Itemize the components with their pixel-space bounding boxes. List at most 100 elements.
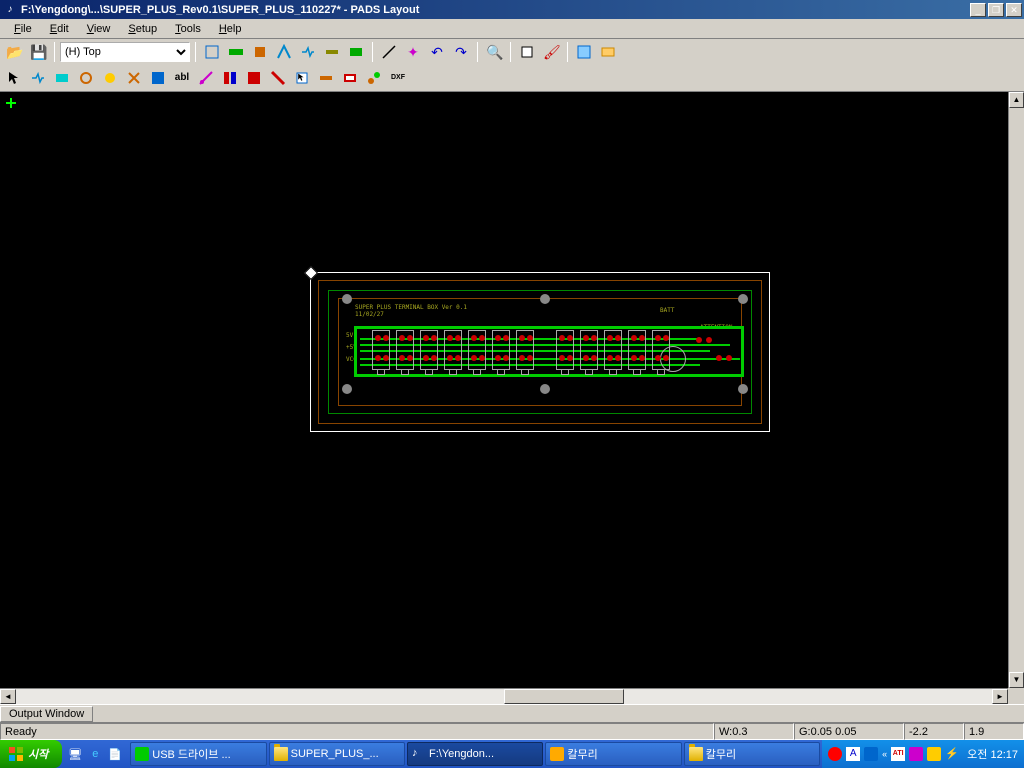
scroll-left-button[interactable]: ◄	[0, 689, 16, 704]
pad	[559, 335, 565, 341]
menu-tools[interactable]: ToolsTools	[167, 21, 209, 37]
tray-expand-icon[interactable]: «	[882, 749, 887, 759]
window-titlebar: ♪ F:\Yengdong\...\SUPER_PLUS_Rev0.1\SUPE…	[0, 0, 1024, 19]
tray-icon[interactable]: ⚡	[945, 747, 959, 761]
scroll-up-button[interactable]: ▲	[1009, 92, 1024, 108]
pad	[696, 337, 702, 343]
taskbar-task[interactable]: 칼무리	[684, 742, 820, 766]
tray-ime-icon[interactable]: A	[846, 747, 860, 761]
open-button[interactable]: 📂	[3, 41, 25, 63]
tool2-10[interactable]	[243, 67, 265, 89]
menu-help[interactable]: HelpHelp	[211, 21, 250, 37]
pad	[567, 335, 573, 341]
tool-sparkle[interactable]: ✦	[402, 41, 424, 63]
ql-desktop[interactable]: 🖥	[66, 743, 84, 765]
tool2-1[interactable]	[27, 67, 49, 89]
save-button[interactable]: 💾	[27, 41, 49, 63]
pad	[423, 335, 429, 341]
taskbar-tasks: USB 드라이브 ...SUPER_PLUS_...♪F:\Yengdon...…	[128, 742, 822, 766]
minimize-button[interactable]: _	[970, 3, 986, 17]
tool-btn-6[interactable]	[321, 41, 343, 63]
design-canvas[interactable]: SUPER PLUS TERMINAL BOX Ver 0.1 11/02/27…	[0, 92, 1008, 688]
undo-button[interactable]: ↶	[426, 41, 448, 63]
tool2-3[interactable]	[75, 67, 97, 89]
redo-button[interactable]: ↷	[450, 41, 472, 63]
separator	[54, 42, 55, 62]
tool2-2[interactable]	[51, 67, 73, 89]
tool2-12[interactable]	[291, 67, 313, 89]
zoom-button[interactable]: 🔍	[483, 41, 505, 63]
pad	[559, 355, 565, 361]
tool-btn-11[interactable]	[597, 41, 619, 63]
tray-clock[interactable]: 오전 12:17	[963, 746, 1018, 762]
component-tab	[585, 369, 593, 375]
taskbar-task[interactable]: USB 드라이브 ...	[130, 742, 266, 766]
app-icon: ♪	[2, 2, 18, 18]
output-window-pane: Output Window	[0, 704, 1024, 722]
pad	[706, 337, 712, 343]
ql-app[interactable]: 📄	[106, 743, 124, 765]
tool-btn-2[interactable]	[225, 41, 247, 63]
pad	[615, 335, 621, 341]
start-button[interactable]: 시작	[0, 740, 62, 768]
scroll-track[interactable]	[16, 689, 992, 704]
tool-line[interactable]	[378, 41, 400, 63]
menu-setup[interactable]: SetupSetup	[120, 21, 165, 37]
layer-dropdown[interactable]: (H) Top	[60, 42, 190, 62]
tray-icon[interactable]	[828, 747, 842, 761]
tool-btn-4[interactable]	[273, 41, 295, 63]
menubar: FFileile EditEdit ViewView SetupSetup To…	[0, 19, 1024, 39]
tool-text[interactable]: abl	[171, 67, 193, 89]
tool-dxf[interactable]: DXF	[387, 67, 409, 89]
taskbar-task[interactable]: 칼무리	[545, 742, 681, 766]
close-button[interactable]: ✕	[1006, 3, 1022, 17]
scroll-right-button[interactable]: ►	[992, 689, 1008, 704]
vertical-scrollbar[interactable]: ▲ ▼	[1008, 92, 1024, 688]
tool2-8[interactable]	[195, 67, 217, 89]
component-tab	[609, 369, 617, 375]
tray-ati-icon[interactable]: ATI	[891, 747, 905, 761]
tool-btn-1[interactable]	[201, 41, 223, 63]
output-window-tab[interactable]: Output Window	[0, 706, 93, 722]
pad	[423, 355, 429, 361]
tool2-14[interactable]	[339, 67, 361, 89]
tool2-9[interactable]	[219, 67, 241, 89]
horizontal-scrollbar[interactable]: ◄ ►	[0, 688, 1008, 704]
tool-btn-9[interactable]: 🖌	[540, 41, 562, 63]
silkscreen-batt: BATT	[660, 307, 674, 314]
tool2-13[interactable]	[315, 67, 337, 89]
silkscreen-5v: 5V	[346, 332, 353, 339]
select-tool[interactable]	[3, 67, 25, 89]
tool-btn-8[interactable]	[516, 41, 538, 63]
tool2-11[interactable]	[267, 67, 289, 89]
component-tab	[657, 369, 665, 375]
scroll-down-button[interactable]: ▼	[1009, 672, 1024, 688]
taskbar-task[interactable]: SUPER_PLUS_...	[269, 742, 405, 766]
tool2-5[interactable]	[123, 67, 145, 89]
tool-btn-3[interactable]	[249, 41, 271, 63]
tool-btn-7[interactable]	[345, 41, 367, 63]
menu-file[interactable]: FFileile	[6, 21, 40, 37]
component-tab	[497, 369, 505, 375]
status-grid: G:0.05 0.05	[794, 723, 904, 740]
tray-icon[interactable]	[864, 747, 878, 761]
menu-view[interactable]: ViewView	[79, 21, 119, 37]
taskbar-task[interactable]: ♪F:\Yengdon...	[407, 742, 543, 766]
tool2-15[interactable]	[363, 67, 385, 89]
tool2-6[interactable]	[147, 67, 169, 89]
ql-ie[interactable]: e	[86, 743, 104, 765]
pad	[375, 355, 381, 361]
statusbar: Ready W:0.3 G:0.05 0.05 -2.2 1.9	[0, 722, 1024, 740]
separator	[477, 42, 478, 62]
restore-button[interactable]: ❐	[988, 3, 1004, 17]
tool2-4[interactable]	[99, 67, 121, 89]
window-title: F:\Yengdong\...\SUPER_PLUS_Rev0.1\SUPER_…	[21, 4, 970, 16]
menu-edit[interactable]: EditEdit	[42, 21, 77, 37]
mount-hole	[738, 294, 748, 304]
tool-btn-10[interactable]	[573, 41, 595, 63]
tray-icon[interactable]	[927, 747, 941, 761]
selection-handle[interactable]	[304, 266, 318, 280]
scroll-thumb[interactable]	[504, 689, 624, 704]
tray-icon[interactable]	[909, 747, 923, 761]
tool-btn-5[interactable]	[297, 41, 319, 63]
